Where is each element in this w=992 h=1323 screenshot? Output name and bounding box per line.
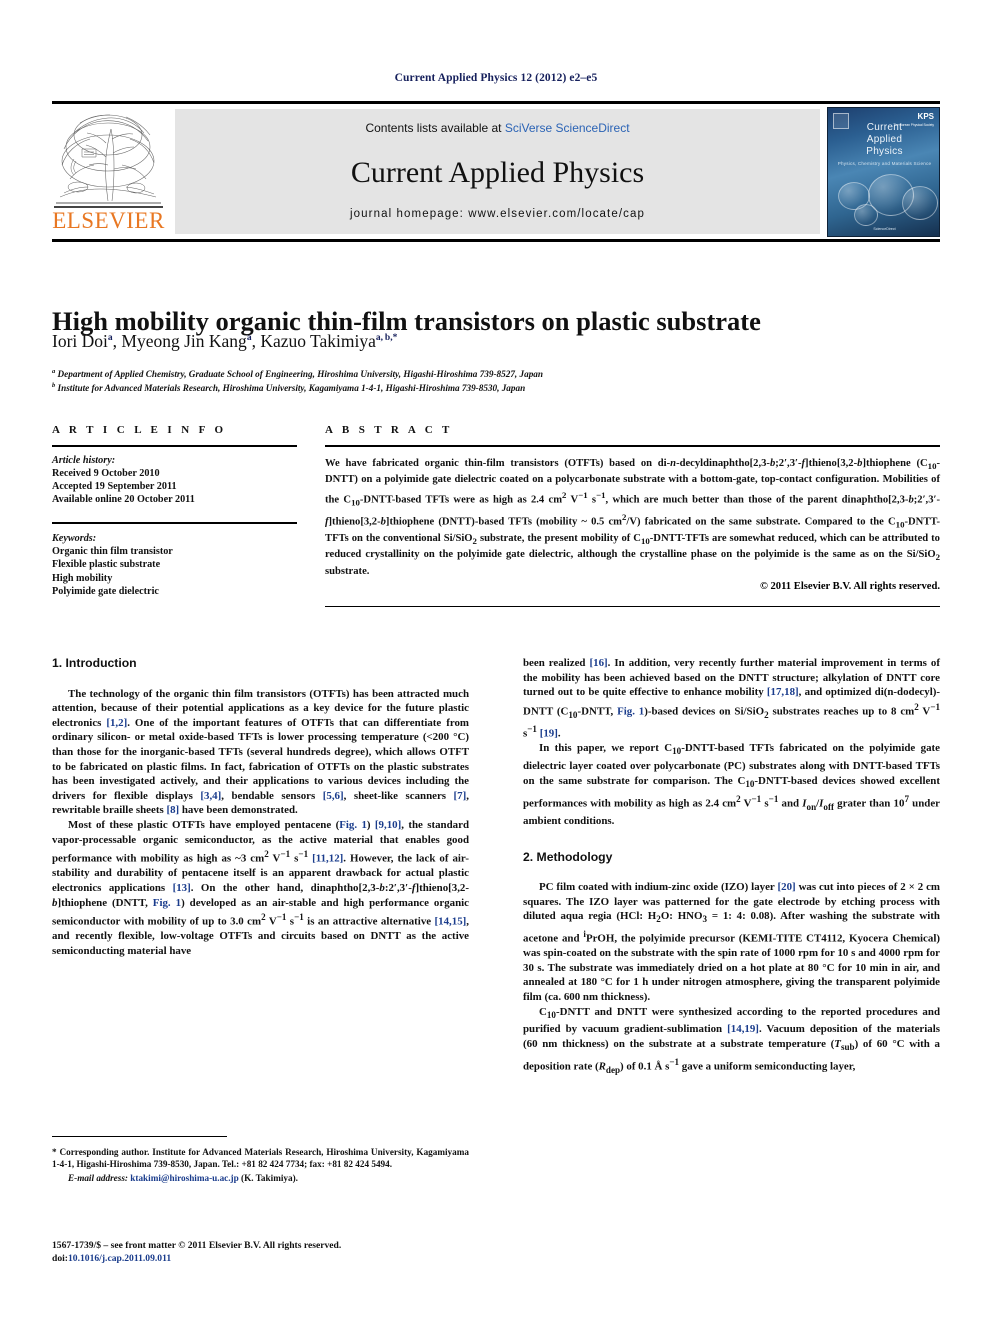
abstract-text: We have fabricated organic thin-film tra…: [325, 457, 941, 577]
body-column-right: been realized [16]. In addition, very re…: [523, 656, 940, 1077]
article-info-rule: [52, 445, 297, 447]
affiliation-b-text: Institute for Advanced Materials Researc…: [57, 383, 526, 394]
doi-link[interactable]: 10.1016/j.cap.2011.09.011: [68, 1253, 171, 1264]
elsevier-wordmark: ELSEVIER: [52, 208, 165, 233]
cover-title-line-2: Applied: [866, 134, 903, 145]
keyword-item: Flexible plastic substrate: [52, 559, 161, 571]
doi-label: doi:: [52, 1252, 68, 1264]
elsevier-logo: ELSEVIER: [52, 107, 165, 237]
journal-cover-thumbnail: KPS The Korean Physical Society Current …: [827, 107, 940, 237]
journal-title: Current Applied Physics: [350, 156, 645, 189]
body-paragraph: been realized [16]. In addition, very re…: [523, 657, 941, 740]
keyword-item: Organic thin film transistor: [52, 546, 173, 558]
issn-block: 1567-1739/$ – see front matter © 2011 El…: [52, 1240, 469, 1265]
corresponding-author-note: * Corresponding author. Institute for Ad…: [52, 1147, 469, 1170]
cover-title: Current Applied Physics: [828, 122, 939, 158]
contents-lists-prefix: Contents lists available at: [365, 121, 505, 135]
sciencedirect-link[interactable]: SciVerse ScienceDirect: [505, 121, 630, 135]
issn-line: 1567-1739/$ – see front matter © 2011 El…: [52, 1240, 342, 1251]
masthead: ELSEVIER Contents lists available at Sci…: [52, 107, 940, 237]
abstract-copyright: © 2011 Elsevier B.V. All rights reserved…: [759, 581, 940, 593]
keyword-item: High mobility: [52, 572, 113, 584]
masthead-band: Contents lists available at SciVerse Sci…: [175, 109, 820, 234]
abstract-heading: A B S T R A C T: [325, 424, 453, 436]
email-link[interactable]: ktakimi@hiroshima-u.ac.jp: [130, 1173, 238, 1183]
section-heading-methodology: 2. Methodology: [523, 849, 613, 864]
journal-article-page: Current Applied Physics 12 (2012) e2–e5: [0, 0, 992, 1323]
article-info-column: A R T I C L E I N F O Article history: R…: [52, 424, 297, 598]
abstract-rule: [325, 445, 940, 447]
keywords-label: Keywords:: [52, 533, 97, 544]
keywords-list: Keywords: Organic thin film transistor F…: [52, 532, 297, 598]
cover-subtitle: Physics, Chemistry and Materials Science: [837, 161, 932, 166]
contents-lists-line: Contents lists available at SciVerse Sci…: [175, 121, 820, 135]
body-paragraph: In this paper, we report C10-DNTT-based …: [523, 742, 940, 827]
masthead-top-rule: [52, 101, 940, 104]
body-paragraph: PC film coated with indium-zinc oxide (I…: [523, 881, 940, 1004]
article-history-item: Available online 20 October 2011: [52, 494, 195, 506]
email-note: E-mail address: ktakimi@hiroshima-u.ac.j…: [52, 1172, 469, 1184]
keywords-rule: [52, 522, 297, 524]
email-owner: (K. Takimiya).: [241, 1173, 298, 1184]
affiliation-a-text: Department of Applied Chemistry, Graduat…: [57, 369, 543, 380]
footnote-block: * Corresponding author. Institute for Ad…: [52, 1146, 469, 1185]
elsevier-tree-icon: [56, 109, 161, 205]
body-paragraph: C10-DNTT and DNTT were synthesized accor…: [523, 1005, 940, 1075]
cover-society-badge-text: KPS: [917, 112, 934, 121]
masthead-bottom-rule: [52, 239, 940, 242]
footnote-rule: [52, 1136, 227, 1138]
article-history-label: Article history:: [52, 454, 116, 466]
cover-footer: ScienceDirect: [873, 227, 896, 231]
cover-bubble-decoration: [854, 204, 878, 226]
cover-bubble-decoration: [902, 186, 938, 220]
body-paragraph: The technology of the organic thin film …: [52, 687, 469, 817]
affiliation-a: a Department of Applied Chemistry, Gradu…: [52, 368, 543, 380]
running-head: Current Applied Physics 12 (2012) e2–e5: [394, 72, 598, 84]
affiliation-b: b Institute for Advanced Materials Resea…: [52, 382, 526, 394]
article-history: Article history: Received 9 October 2010…: [52, 454, 297, 507]
author-list: Iori Doia, Myeong Jin Kanga, Kazuo Takim…: [52, 331, 398, 351]
cover-title-line-1: Current: [866, 122, 903, 133]
journal-homepage-link[interactable]: journal homepage: www.elsevier.com/locat…: [175, 208, 820, 220]
section-heading-introduction: 1. Introduction: [52, 656, 137, 670]
doi-line: doi:10.1016/j.cap.2011.09.011: [52, 1253, 469, 1266]
article-history-item: Accepted 19 September 2011: [52, 481, 177, 492]
abstract-bottom-rule: [325, 606, 940, 608]
affiliations: a Department of Applied Chemistry, Gradu…: [52, 366, 852, 395]
keyword-item: Polyimide gate dielectric: [52, 585, 159, 597]
article-history-item: Received 9 October 2010: [52, 467, 160, 479]
abstract-column: A B S T R A C T We have fabricated organ…: [325, 424, 940, 592]
body-column-left: 1. Introduction The technology of the or…: [52, 656, 469, 959]
article-info-heading: A R T I C L E I N F O: [52, 424, 227, 436]
body-paragraph: Most of these plastic OTFTs have employe…: [52, 818, 470, 957]
cover-title-line-3: Physics: [866, 146, 903, 157]
email-label: E-mail address:: [68, 1173, 128, 1184]
